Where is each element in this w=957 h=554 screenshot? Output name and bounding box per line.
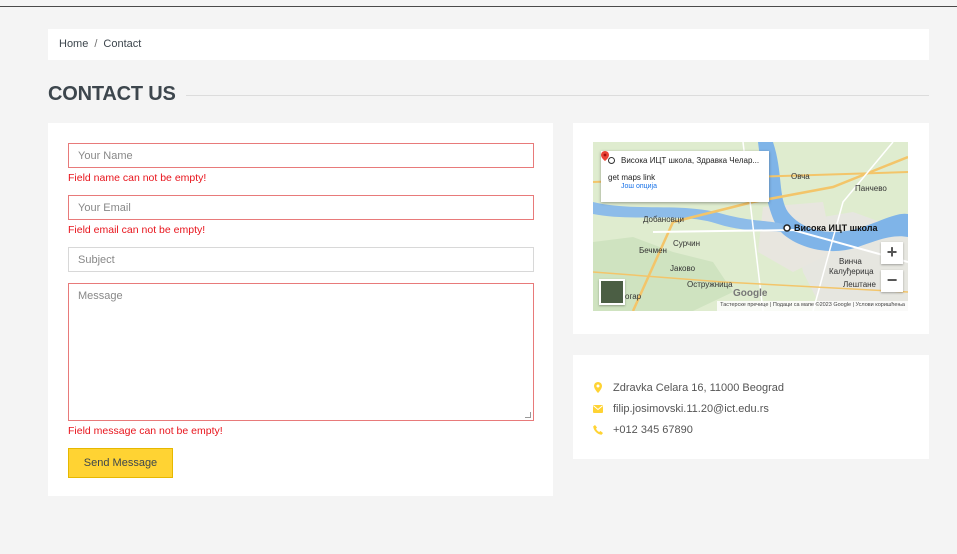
top-border-line (0, 6, 957, 7)
phone-row: +012 345 67890 (593, 419, 909, 440)
send-message-button[interactable]: Send Message (68, 448, 173, 478)
name-input[interactable]: Your Name (68, 143, 534, 168)
satellite-view-toggle[interactable] (599, 279, 625, 305)
embedded-map[interactable]: Висока ИЦТ школа, Здравка Челар... get m… (593, 142, 908, 311)
map-label-jakovo: Јаково (670, 264, 696, 273)
name-error: Field name can not be empty! (68, 172, 207, 184)
message-error: Field message can not be empty! (68, 425, 223, 437)
map-label-becmen: Бечмен (639, 246, 667, 255)
more-options-link[interactable]: Још опција (621, 183, 762, 190)
map-marker-icon (593, 382, 603, 393)
map-label-surcin: Сурчин (673, 239, 701, 248)
subject-input[interactable]: Subject (68, 247, 534, 272)
textarea-resize-handle[interactable] (525, 412, 531, 418)
map-place-popup: Висока ИЦТ школа, Здравка Челар... get m… (601, 151, 769, 202)
map-label-ostruznica: Остружница (687, 280, 733, 289)
map-label-kaludjerica: Калуђерица (829, 267, 874, 276)
email-error: Field email can not be empty! (68, 224, 206, 236)
breadcrumb-home-link[interactable]: Home (59, 38, 88, 50)
google-logo: Google (733, 288, 768, 299)
map-label-lestane: Лештане (843, 280, 877, 289)
location-circle-icon (608, 157, 615, 164)
map-label-ovca: Овча (791, 172, 810, 181)
map-label-umka: огар (625, 292, 642, 301)
page-title: CONTACT US (48, 82, 176, 105)
email-input[interactable]: Your Email (68, 195, 534, 220)
get-maps-link[interactable]: get maps link (608, 173, 655, 182)
email-text: filip.josimovski.11.20@ict.edu.rs (613, 402, 769, 415)
message-placeholder: Message (78, 290, 123, 302)
contact-info-card: Zdravka Celara 16, 11000 Beograd filip.j… (573, 355, 929, 459)
map-zoom-out-button[interactable]: − (881, 270, 903, 292)
email-row: filip.josimovski.11.20@ict.edu.rs (593, 398, 909, 419)
address-text: Zdravka Celara 16, 11000 Beograd (613, 381, 785, 394)
map-card: Висока ИЦТ школа, Здравка Челар... get m… (573, 123, 929, 334)
map-footer-attribution[interactable]: Тастерске пречице | Подаци са мапе ©2023… (717, 301, 908, 311)
phone-icon (593, 424, 603, 435)
envelope-icon (593, 403, 603, 414)
section-header: CONTACT US (48, 81, 929, 107)
breadcrumb-separator: / (94, 38, 98, 50)
map-label-dobanovci: Добановци (643, 215, 684, 224)
breadcrumb: Home / Contact (48, 29, 929, 60)
map-label-school: Висока ИЦТ школа (794, 223, 878, 233)
address-row: Zdravka Celara 16, 11000 Beograd (593, 377, 909, 398)
message-textarea[interactable]: Message (68, 283, 534, 421)
place-name: Висока ИЦТ школа, Здравка Челар... (621, 156, 760, 165)
map-zoom-in-button[interactable]: + (881, 242, 903, 264)
title-divider (185, 94, 929, 96)
map-label-pancevo: Панчево (855, 184, 887, 193)
phone-text: +012 345 67890 (613, 423, 693, 436)
breadcrumb-current: Contact (103, 38, 142, 50)
contact-form: Your Name Field name can not be empty! Y… (48, 123, 553, 496)
map-label-vinca: Винча (839, 257, 862, 266)
